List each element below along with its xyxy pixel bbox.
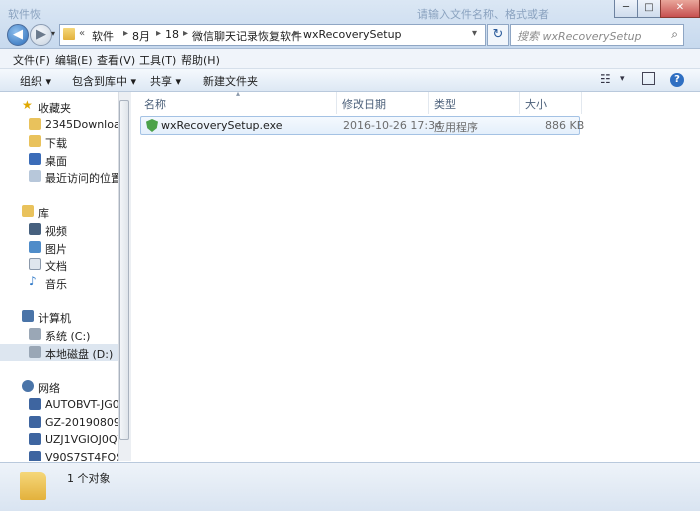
minimize-button[interactable]: ─ [614,0,638,18]
recent-pages-dropdown-icon[interactable]: ▾ [51,29,55,38]
share-button[interactable]: 共享 ▾ [150,73,181,89]
search-icon[interactable]: ⌕ [671,27,678,42]
table-row[interactable]: wxRecoverySetup.exe 2016-10-26 17:34 应用程… [140,116,584,135]
menu-help[interactable]: 帮助(H) [181,52,220,68]
file-modified: 2016-10-26 17:34 [343,119,443,132]
menu-view[interactable]: 查看(V) [97,52,135,68]
refresh-icon: ↻ [492,27,504,42]
new-folder-button[interactable]: 新建文件夹 [203,73,258,89]
desktop-icon [29,153,41,165]
navigation-pane: ★ 收藏夹 2345Downloads 下载 桌面 最近访问的位置 库 视频 图… [0,92,130,461]
nav-item-documents[interactable]: 文档 [0,256,118,273]
view-dropdown-icon[interactable]: ▾ [620,74,625,84]
item-count: 1 个对象 [67,472,111,485]
breadcrumb-separator-icon[interactable]: ▸ [156,28,161,39]
nav-item-desktop[interactable]: 桌面 [0,151,118,168]
column-divider[interactable] [336,92,337,114]
address-dropdown-icon[interactable]: ▾ [472,28,477,39]
nav-computer[interactable]: 计算机 [0,308,118,325]
background-window-title: 软件恢 [8,8,41,21]
include-in-library-button[interactable]: 包含到库中 ▾ [72,73,136,89]
breadcrumb-item[interactable]: 18 [165,28,179,41]
column-divider[interactable] [428,92,429,114]
nav-item-network-computer[interactable]: AUTOBVT-JG04U [0,396,118,413]
preview-pane-icon[interactable] [642,72,655,85]
nav-item-drive-c[interactable]: 系统 (C:) [0,326,118,343]
breadcrumb-item[interactable]: 8月 [132,28,150,44]
folder-icon [29,118,41,130]
nav-item-music[interactable]: ♪ 音乐 [0,274,118,291]
breadcrumb-overflow[interactable]: « [79,28,85,39]
file-type: 应用程序 [434,121,478,134]
address-bar[interactable]: « 软件 ▸ 8月 ▸ 18 ▸ 微信聊天记录恢复软件 ▸ wxRecovery… [59,24,486,46]
nav-item-recent-places[interactable]: 最近访问的位置 [0,168,118,185]
file-name: wxRecoverySetup.exe [161,119,283,132]
downloads-folder-icon [29,135,41,147]
organize-button[interactable]: 组织 ▾ [20,73,51,89]
back-button[interactable]: ◀ [7,24,29,46]
file-size: 886 KB [545,119,585,132]
column-header-modified[interactable]: 修改日期 [342,96,386,112]
menu-bar: 文件(F) 编辑(E) 查看(V) 工具(T) 帮助(H) [0,49,700,69]
sort-indicator-icon: ▴ [236,89,241,98]
network-computer-icon [29,416,41,428]
nav-item-network-computer[interactable]: V90S7ST4FOS8C [0,449,118,461]
search-placeholder: 搜索 wxRecoverySetup [517,30,642,43]
nav-item-downloads-2345[interactable]: 2345Downloads [0,116,118,133]
video-icon [29,223,41,235]
nav-network[interactable]: 网络 [0,378,118,395]
shield-installer-icon [146,119,158,132]
breadcrumb-item[interactable]: 软件 [92,28,114,44]
nav-item-drive-d[interactable]: 本地磁盘 (D:) [0,344,118,361]
file-list[interactable]: 名称 ▴ 修改日期 类型 大小 [131,89,700,461]
column-header-type[interactable]: 类型 [434,96,456,112]
system-drive-icon [29,328,41,340]
breadcrumb-separator-icon[interactable]: ▸ [294,28,299,39]
music-icon: ♪ [29,274,37,288]
breadcrumb-separator-icon[interactable]: ▸ [183,28,188,39]
nav-item-network-computer[interactable]: UZJ1VGIOJ0QVF [0,431,118,448]
search-input[interactable]: 搜索 wxRecoverySetup ⌕ [510,24,684,46]
breadcrumb-item-current[interactable]: wxRecoverySetup [303,28,402,41]
view-options-icon[interactable]: ☷ [600,72,611,86]
network-computer-icon [29,451,41,461]
drive-icon [29,346,41,358]
nav-item-videos[interactable]: 视频 [0,221,118,238]
documents-icon [29,258,41,270]
forward-arrow-icon: ▶ [36,27,46,42]
menu-file[interactable]: 文件(F) [13,52,50,68]
nav-item-network-computer[interactable]: GZ-20190809NY [0,414,118,431]
background-window-text: 请输入文件名称、格式或者 [417,8,549,21]
computer-icon [22,310,34,322]
nav-item-pictures[interactable]: 图片 [0,239,118,256]
star-icon: ★ [22,98,33,112]
breadcrumb-item[interactable]: 微信聊天记录恢复软件 [192,28,302,44]
column-header-size[interactable]: 大小 [525,96,547,112]
maximize-button[interactable]: □ [637,0,661,18]
close-button[interactable]: ✕ [660,0,700,18]
nav-favorites[interactable]: ★ 收藏夹 [0,98,118,115]
pictures-icon [29,241,41,253]
network-computer-icon [29,398,41,410]
network-computer-icon [29,433,41,445]
library-icon [22,205,34,217]
forward-button[interactable]: ▶ [30,24,52,46]
network-icon [22,380,34,392]
folder-icon [20,472,46,500]
nav-libraries[interactable]: 库 [0,203,118,220]
navigation-scroll-thumb[interactable] [119,100,129,440]
back-arrow-icon: ◀ [13,27,23,42]
menu-edit[interactable]: 编辑(E) [55,52,93,68]
help-icon[interactable]: ? [670,73,684,87]
command-bar: 组织 ▾ 包含到库中 ▾ 共享 ▾ 新建文件夹 ☷ ▾ ? [0,69,700,92]
column-divider[interactable] [519,92,520,114]
recent-places-icon [29,170,41,182]
column-divider[interactable] [581,92,582,114]
folder-icon [63,28,75,40]
column-header-name[interactable]: 名称 [144,96,166,112]
nav-item-downloads[interactable]: 下载 [0,133,118,150]
refresh-button[interactable]: ↻ [487,24,509,46]
menu-tools[interactable]: 工具(T) [139,52,176,68]
breadcrumb-separator-icon[interactable]: ▸ [123,28,128,39]
